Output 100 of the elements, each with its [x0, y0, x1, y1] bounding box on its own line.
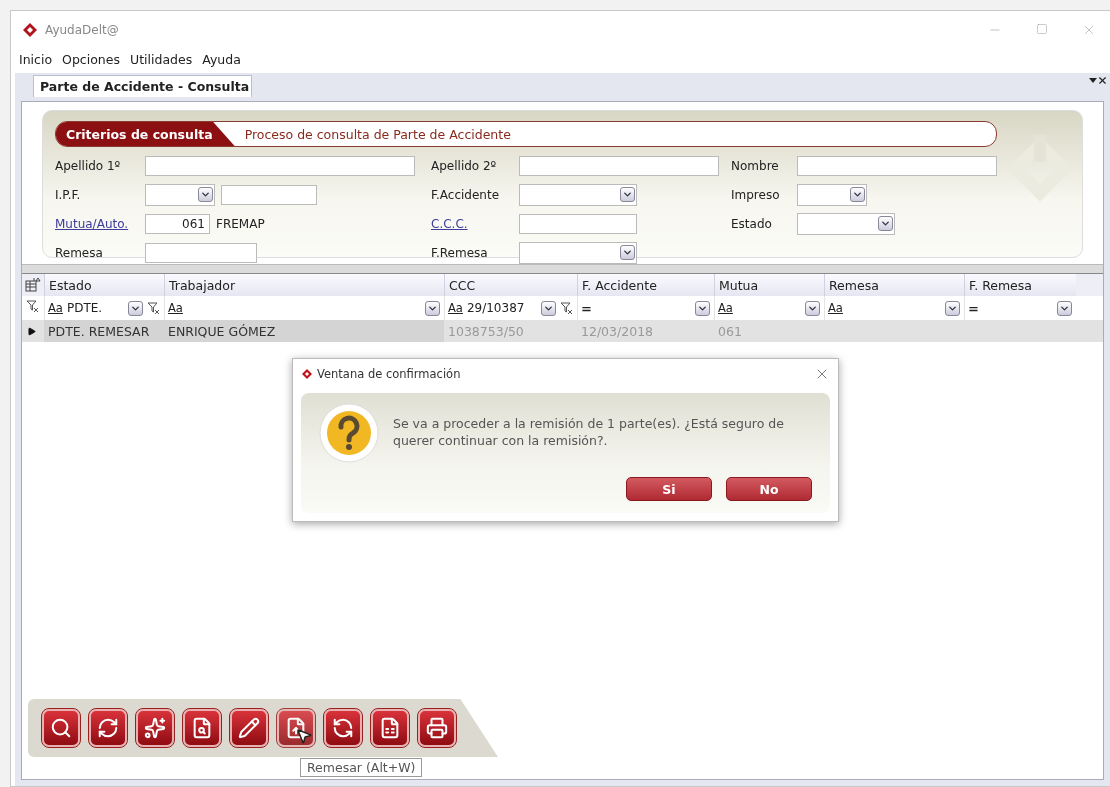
- text-field[interactable]: [145, 242, 257, 263]
- dialog-title: Ventana de confirmación: [317, 367, 461, 381]
- search-button[interactable]: [42, 709, 80, 747]
- current-row-icon: [27, 326, 36, 336]
- dropdown-arrow-icon[interactable]: [1089, 77, 1097, 84]
- field-link[interactable]: Mutua/Auto.: [55, 216, 145, 231]
- close-icon[interactable]: [1097, 75, 1108, 86]
- menu-item[interactable]: Utilidades: [130, 51, 193, 67]
- question-icon: [319, 403, 379, 463]
- select-field[interactable]: [145, 183, 215, 206]
- print-icon: [426, 717, 448, 739]
- chevron-down-icon: [852, 189, 863, 200]
- menu-item[interactable]: Inicio: [19, 51, 53, 67]
- send-icon: [285, 717, 307, 739]
- send-button[interactable]: [277, 709, 315, 747]
- refresh-button[interactable]: [89, 709, 127, 747]
- field-label: I.P.F.: [55, 187, 82, 202]
- filter-value[interactable]: PDTE.: [66, 301, 124, 315]
- text-field[interactable]: [145, 155, 415, 176]
- filter-operator[interactable]: Aa: [718, 301, 733, 315]
- spreadsheet-button[interactable]: [371, 709, 409, 747]
- column-header[interactable]: F. Accidente: [577, 274, 714, 296]
- dropdown-button[interactable]: [541, 300, 556, 316]
- column-header[interactable]: Trabajador: [164, 274, 444, 296]
- text-field[interactable]: [519, 155, 719, 176]
- app-logo-icon: [21, 22, 39, 38]
- table-cell-text: 1038753/50: [447, 322, 525, 341]
- tooltip: Remesar (Alt+W): [300, 758, 423, 777]
- chevron-down-icon: [880, 218, 891, 229]
- dropdown-button[interactable]: [1057, 300, 1072, 316]
- select-field[interactable]: [519, 183, 637, 206]
- table-cell-text: 12/03/2018: [580, 322, 655, 341]
- dropdown-button[interactable]: [850, 187, 865, 202]
- column-header[interactable]: Estado: [44, 274, 164, 296]
- filter-operator[interactable]: Aa: [168, 301, 183, 315]
- window-title: AyudaDelt@: [45, 23, 119, 37]
- filter-clear-icon[interactable]: [560, 301, 573, 315]
- dropdown-button[interactable]: [128, 300, 143, 316]
- dropdown-button[interactable]: [945, 300, 960, 316]
- select-field[interactable]: [519, 241, 637, 264]
- dropdown-button[interactable]: [695, 300, 710, 316]
- dropdown-button[interactable]: [198, 187, 213, 202]
- select-field[interactable]: [797, 212, 895, 235]
- column-header[interactable]: Mutua: [714, 274, 824, 296]
- chevron-down-icon: [200, 189, 211, 200]
- field-label: Apellido 2º: [431, 158, 498, 173]
- table-row[interactable]: PDTE. REMESAR ENRIQUE GÓMEZ 1038753/50 12/03/2018 061: [22, 320, 1103, 342]
- filter-operator[interactable]: Aa: [828, 301, 843, 315]
- field-label: Estado: [731, 216, 773, 231]
- filter-clear-icon[interactable]: [147, 301, 160, 315]
- search-icon: [50, 717, 72, 739]
- dropdown-button[interactable]: [620, 187, 635, 202]
- column-header[interactable]: Remesa: [824, 274, 964, 296]
- text-field[interactable]: [519, 213, 637, 234]
- edit-icon: [238, 717, 260, 739]
- table-cell: ENRIQUE GÓMEZ: [164, 320, 444, 342]
- filter-operator[interactable]: =: [968, 300, 979, 316]
- code-field[interactable]: 061: [145, 213, 210, 234]
- menu-item[interactable]: Ayuda: [202, 51, 241, 67]
- mutua-name: FREMAP: [216, 216, 265, 231]
- mouse-cursor-icon: [295, 727, 313, 745]
- menu-item[interactable]: Opciones: [62, 51, 120, 67]
- text-field[interactable]: [797, 155, 997, 176]
- select-field[interactable]: [797, 183, 867, 206]
- filter-clear-icon[interactable]: [26, 300, 39, 313]
- resend-button[interactable]: [324, 709, 362, 747]
- filter-value[interactable]: 29/10387: [466, 301, 537, 315]
- new-button[interactable]: [136, 709, 174, 747]
- panel-tab[interactable]: Criterios de consulta: [56, 122, 235, 146]
- table-cell: PDTE. REMESAR: [44, 320, 164, 342]
- dropdown-button[interactable]: [425, 300, 440, 316]
- dropdown-button[interactable]: [878, 216, 893, 231]
- document-tab[interactable]: Parte de Accidente - Consulta: [33, 75, 253, 97]
- preview-icon: [191, 717, 213, 739]
- column-header[interactable]: CCC: [444, 274, 577, 296]
- dropdown-button[interactable]: [620, 245, 635, 260]
- refresh-icon: [97, 717, 119, 739]
- dropdown-button[interactable]: [805, 300, 820, 316]
- dialog-button[interactable]: Si: [626, 477, 712, 501]
- filter-operator[interactable]: Aa: [48, 301, 63, 315]
- field-label: Nombre: [731, 158, 780, 173]
- edit-button[interactable]: [230, 709, 268, 747]
- dialog-message: Se va a proceder a la remisión de 1 parte(es). ¿Está seguro de querer continuar con la remisión?.: [393, 416, 785, 450]
- field-label: Remesa: [55, 245, 104, 260]
- filter-operator[interactable]: Aa: [448, 301, 463, 315]
- field-link[interactable]: C.C.C.: [431, 216, 519, 231]
- app-logo-icon: [301, 368, 313, 380]
- column-chooser-icon[interactable]: [25, 278, 41, 292]
- filter-operator[interactable]: =: [581, 300, 592, 316]
- dialog-button[interactable]: No: [726, 477, 812, 501]
- text-field[interactable]: [221, 184, 317, 205]
- panel-tab[interactable]: Proceso de consulta de Parte de Accidente: [234, 122, 533, 146]
- preview-button[interactable]: [183, 709, 221, 747]
- field-label: Apellido 1º: [55, 158, 122, 173]
- chevron-down-icon: [622, 189, 633, 200]
- column-header[interactable]: F. Remesa: [964, 274, 1076, 296]
- table-cell-text: 061: [717, 322, 743, 341]
- field-label: Impreso: [731, 187, 781, 202]
- print-button[interactable]: [418, 709, 456, 747]
- chevron-down-icon: [622, 247, 633, 258]
